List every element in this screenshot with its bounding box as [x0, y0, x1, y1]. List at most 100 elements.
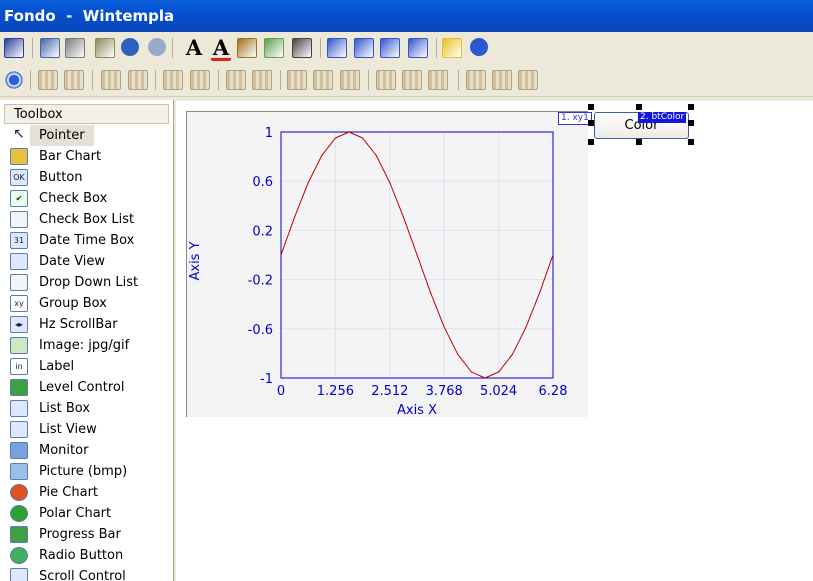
toolbox-item-progress-bar[interactable]: Progress Bar	[0, 524, 173, 545]
toolbox-item-label: Level Control	[39, 380, 125, 395]
toolbox-item-pie-chart[interactable]: Pie Chart	[0, 482, 173, 503]
font-icon[interactable]: A	[184, 37, 204, 58]
send-back-icon[interactable]	[354, 38, 374, 58]
same-width-icon[interactable]	[226, 70, 246, 90]
toolbox-item-group-box[interactable]: xy Group Box	[0, 293, 173, 314]
bar-chart-icon	[10, 148, 28, 165]
toolbox-item-label: Button	[39, 170, 83, 185]
help-icon[interactable]	[470, 38, 488, 56]
asterisk-icon[interactable]	[4, 70, 24, 90]
polar-chart-icon	[10, 505, 28, 522]
fill-color-icon[interactable]	[237, 38, 257, 58]
data-point	[511, 353, 513, 356]
align-center-icon[interactable]	[492, 70, 512, 90]
toolbox-item-label[interactable]: in Label	[0, 356, 173, 377]
toolbar-separator	[155, 70, 156, 90]
space-vert-equal-icon[interactable]	[128, 70, 148, 90]
toolbox-item-check-box[interactable]: ✔ Check Box	[0, 188, 173, 209]
toolbox-item-image-jpg-gif[interactable]: Image: jpg/gif	[0, 335, 173, 356]
save-icon[interactable]	[4, 38, 24, 58]
radio-button-icon	[10, 547, 28, 564]
resize-handle[interactable]	[588, 104, 594, 110]
send-backward-icon[interactable]	[408, 38, 428, 58]
xy-chart-control[interactable]: 0 1.256 2.512 3.768 5.024 6.28 1 0.6 0.2 -0.2 -0.6…	[186, 111, 588, 417]
toolbox-item-hz-scrollbar[interactable]: ◂▸ Hz ScrollBar	[0, 314, 173, 335]
data-point	[538, 292, 541, 294]
resize-handle[interactable]	[688, 104, 694, 110]
space-horiz-icon[interactable]	[38, 70, 58, 90]
toolbox-item-label: List Box	[39, 401, 91, 416]
space-horiz-equal-icon[interactable]	[64, 70, 84, 90]
check-icon[interactable]	[442, 38, 462, 58]
space-vert-icon[interactable]	[101, 70, 121, 90]
same-height-icon[interactable]	[287, 70, 307, 90]
data-point	[470, 371, 473, 373]
data-point	[484, 377, 486, 379]
toolbox-item-polar-chart[interactable]: Polar Chart	[0, 503, 173, 524]
list-box-icon	[10, 400, 28, 417]
cut-icon[interactable]	[65, 38, 85, 58]
redo-icon[interactable]	[148, 38, 166, 56]
toolbox-item-list-view[interactable]: List View	[0, 419, 173, 440]
toolbox-item-scroll-control[interactable]: Scroll Control	[0, 566, 173, 581]
undo-icon[interactable]	[121, 38, 139, 56]
button-icon: OK	[10, 169, 28, 186]
align-bottom-icon[interactable]	[428, 70, 448, 90]
bring-front-icon[interactable]	[327, 38, 347, 58]
resize-handle[interactable]	[588, 120, 594, 126]
toolbox-item-list-box[interactable]: List Box	[0, 398, 173, 419]
line-color-icon[interactable]	[264, 38, 284, 58]
resize-handle[interactable]	[588, 139, 594, 145]
grid-icon[interactable]	[340, 70, 360, 90]
toolbar-separator	[436, 38, 437, 58]
design-canvas[interactable]: 0 1.256 2.512 3.768 5.024 6.28 1 0.6 0.2 -0.2 -0.6…	[176, 101, 813, 581]
toolbox-item-check-box-list[interactable]: Check Box List	[0, 209, 173, 230]
x-tick-label: 5.024	[480, 384, 517, 399]
data-point	[362, 137, 364, 139]
x-tick-label: 2.512	[371, 384, 408, 399]
toolbox-item-bar-chart[interactable]: Bar Chart	[0, 146, 173, 167]
toolbar-separator	[458, 70, 459, 90]
resize-handle[interactable]	[636, 104, 642, 110]
monitor-icon	[10, 442, 28, 459]
image-icon	[10, 337, 28, 354]
xy-control-tag: 1. xy1	[558, 112, 592, 125]
scroll-control-icon	[10, 568, 28, 581]
calendar-icon: 31	[10, 232, 28, 249]
x-tick-label: 3.768	[426, 384, 463, 399]
toolbox-item-button[interactable]: OK Button	[0, 167, 173, 188]
toolbox-item-date-view[interactable]: Date View	[0, 251, 173, 272]
bring-forward-icon[interactable]	[380, 38, 400, 58]
x-tick-label: 1.256	[317, 384, 354, 399]
pointer-icon: ↖	[13, 127, 25, 142]
resize-handle[interactable]	[688, 120, 694, 126]
toolbox-item-date-time-box[interactable]: 31 Date Time Box	[0, 230, 173, 251]
toolbox-item-picture-bmp[interactable]: Picture (bmp)	[0, 461, 173, 482]
toolbox-item-drop-down-list[interactable]: Drop Down List	[0, 272, 173, 293]
toolbox-item-label: Picture (bmp)	[39, 464, 128, 479]
align-right-icon[interactable]	[518, 70, 538, 90]
resize-handle[interactable]	[688, 139, 694, 145]
font-color-icon[interactable]: A	[211, 37, 231, 61]
copy-icon[interactable]	[40, 38, 60, 58]
toolbox-item-label: Date View	[39, 254, 106, 269]
toolbox-title: Toolbox	[4, 104, 169, 124]
toolbox-item-monitor[interactable]: Monitor	[0, 440, 173, 461]
paste-icon[interactable]	[95, 38, 115, 58]
align-left-icon[interactable]	[466, 70, 486, 90]
toolbox-item-radio-button[interactable]: Radio Button	[0, 545, 173, 566]
toolbox-item-label: Radio Button	[39, 548, 124, 563]
y-tick-label: -1	[260, 372, 273, 387]
toolbox-item-level-control[interactable]: Level Control	[0, 377, 173, 398]
x-axis-label: Axis X	[397, 403, 437, 417]
same-height-alt-icon[interactable]	[313, 70, 333, 90]
paint-icon[interactable]	[292, 38, 312, 58]
resize-handle[interactable]	[636, 139, 642, 145]
toolbox-item-pointer[interactable]: ↖ Pointer	[0, 125, 173, 146]
align-middle-icon[interactable]	[402, 70, 422, 90]
expand-icon[interactable]	[190, 70, 210, 90]
align-top-icon[interactable]	[376, 70, 396, 90]
title-bar[interactable]: Fondo - Wintempla	[0, 0, 813, 32]
center-icon[interactable]	[163, 70, 183, 90]
same-width-alt-icon[interactable]	[252, 70, 272, 90]
